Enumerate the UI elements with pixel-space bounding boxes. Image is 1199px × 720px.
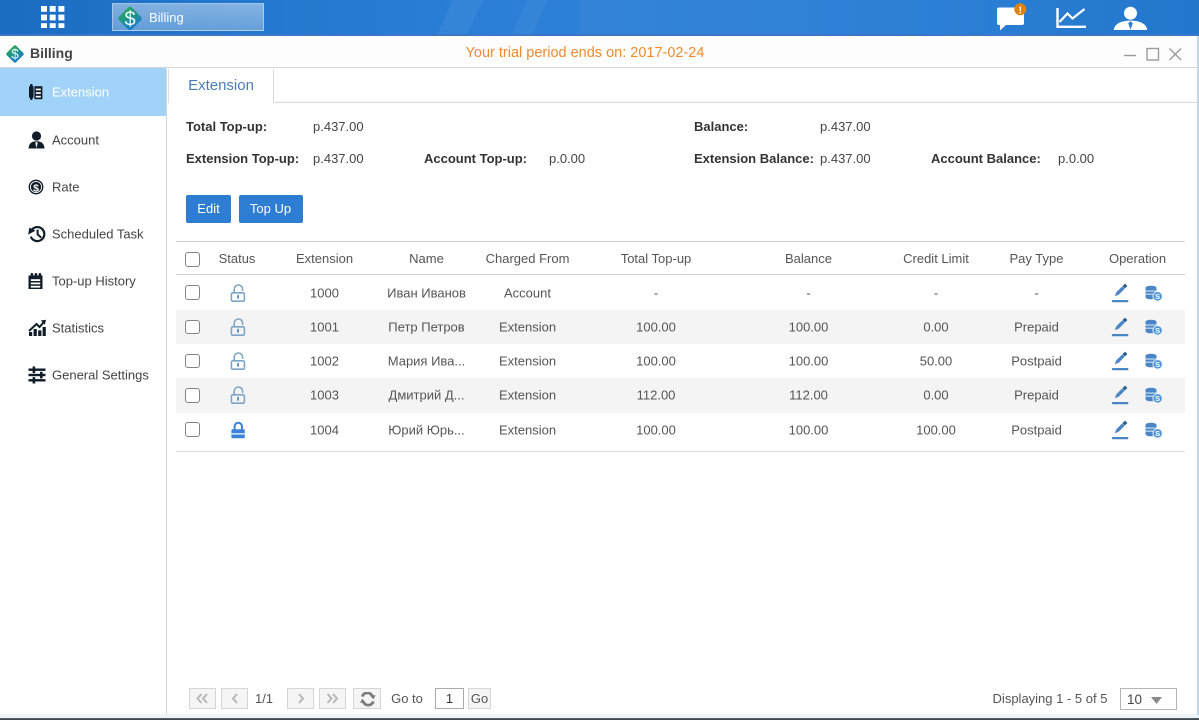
svg-text:!: ! <box>1019 5 1022 16</box>
svg-text:S: S <box>1155 292 1160 301</box>
svg-text:$: $ <box>33 182 39 194</box>
svg-text:S: S <box>1155 429 1160 438</box>
svg-text:S: S <box>1155 360 1160 369</box>
svg-text:$: $ <box>124 8 135 30</box>
svg-text:$: $ <box>11 47 19 62</box>
svg-text:S: S <box>1155 395 1160 404</box>
svg-text:S: S <box>1155 326 1160 335</box>
